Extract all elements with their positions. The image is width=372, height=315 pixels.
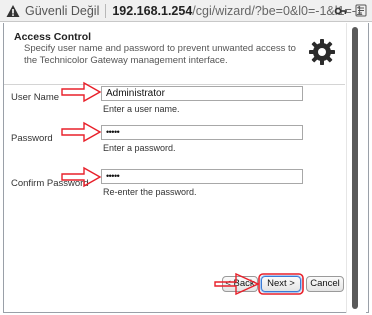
username-label: User Name xyxy=(11,92,60,103)
confirm-password-label: Confirm Password xyxy=(11,178,89,189)
key-icon[interactable] xyxy=(334,4,348,18)
warning-icon xyxy=(6,4,20,17)
password-input[interactable]: ••••• xyxy=(101,125,303,140)
wizard-header: Access Control Specify user name and pas… xyxy=(4,23,345,85)
scrollbar-thumb[interactable] xyxy=(352,27,358,309)
confirm-password-input[interactable]: ••••• xyxy=(101,169,303,184)
page-description: Specify user name and password to preven… xyxy=(24,43,296,66)
security-status-label[interactable]: Güvenli Değil xyxy=(25,4,99,18)
extension-icon[interactable] xyxy=(354,3,368,18)
username-input[interactable]: Administrator xyxy=(101,86,303,101)
url-host: 192.168.1.254 xyxy=(112,3,193,18)
gear-icon xyxy=(309,39,335,65)
password-hint: Enter a password. xyxy=(103,143,176,153)
address-bar[interactable]: Güvenli Değil 192.168.1.254/cgi/wizard/?… xyxy=(0,0,372,22)
username-hint: Enter a user name. xyxy=(103,104,180,114)
cancel-button[interactable]: Cancel xyxy=(306,276,344,292)
next-button[interactable]: Next > xyxy=(261,276,301,292)
password-label: Password xyxy=(11,133,53,144)
url-text[interactable]: 192.168.1.254/cgi/wizard/?be=0&l0=-1&l1=… xyxy=(112,4,363,18)
page-title: Access Control xyxy=(14,31,92,43)
address-separator xyxy=(105,3,107,18)
confirm-password-hint: Re-enter the password. xyxy=(103,187,197,197)
back-button[interactable]: < Back xyxy=(222,276,258,292)
